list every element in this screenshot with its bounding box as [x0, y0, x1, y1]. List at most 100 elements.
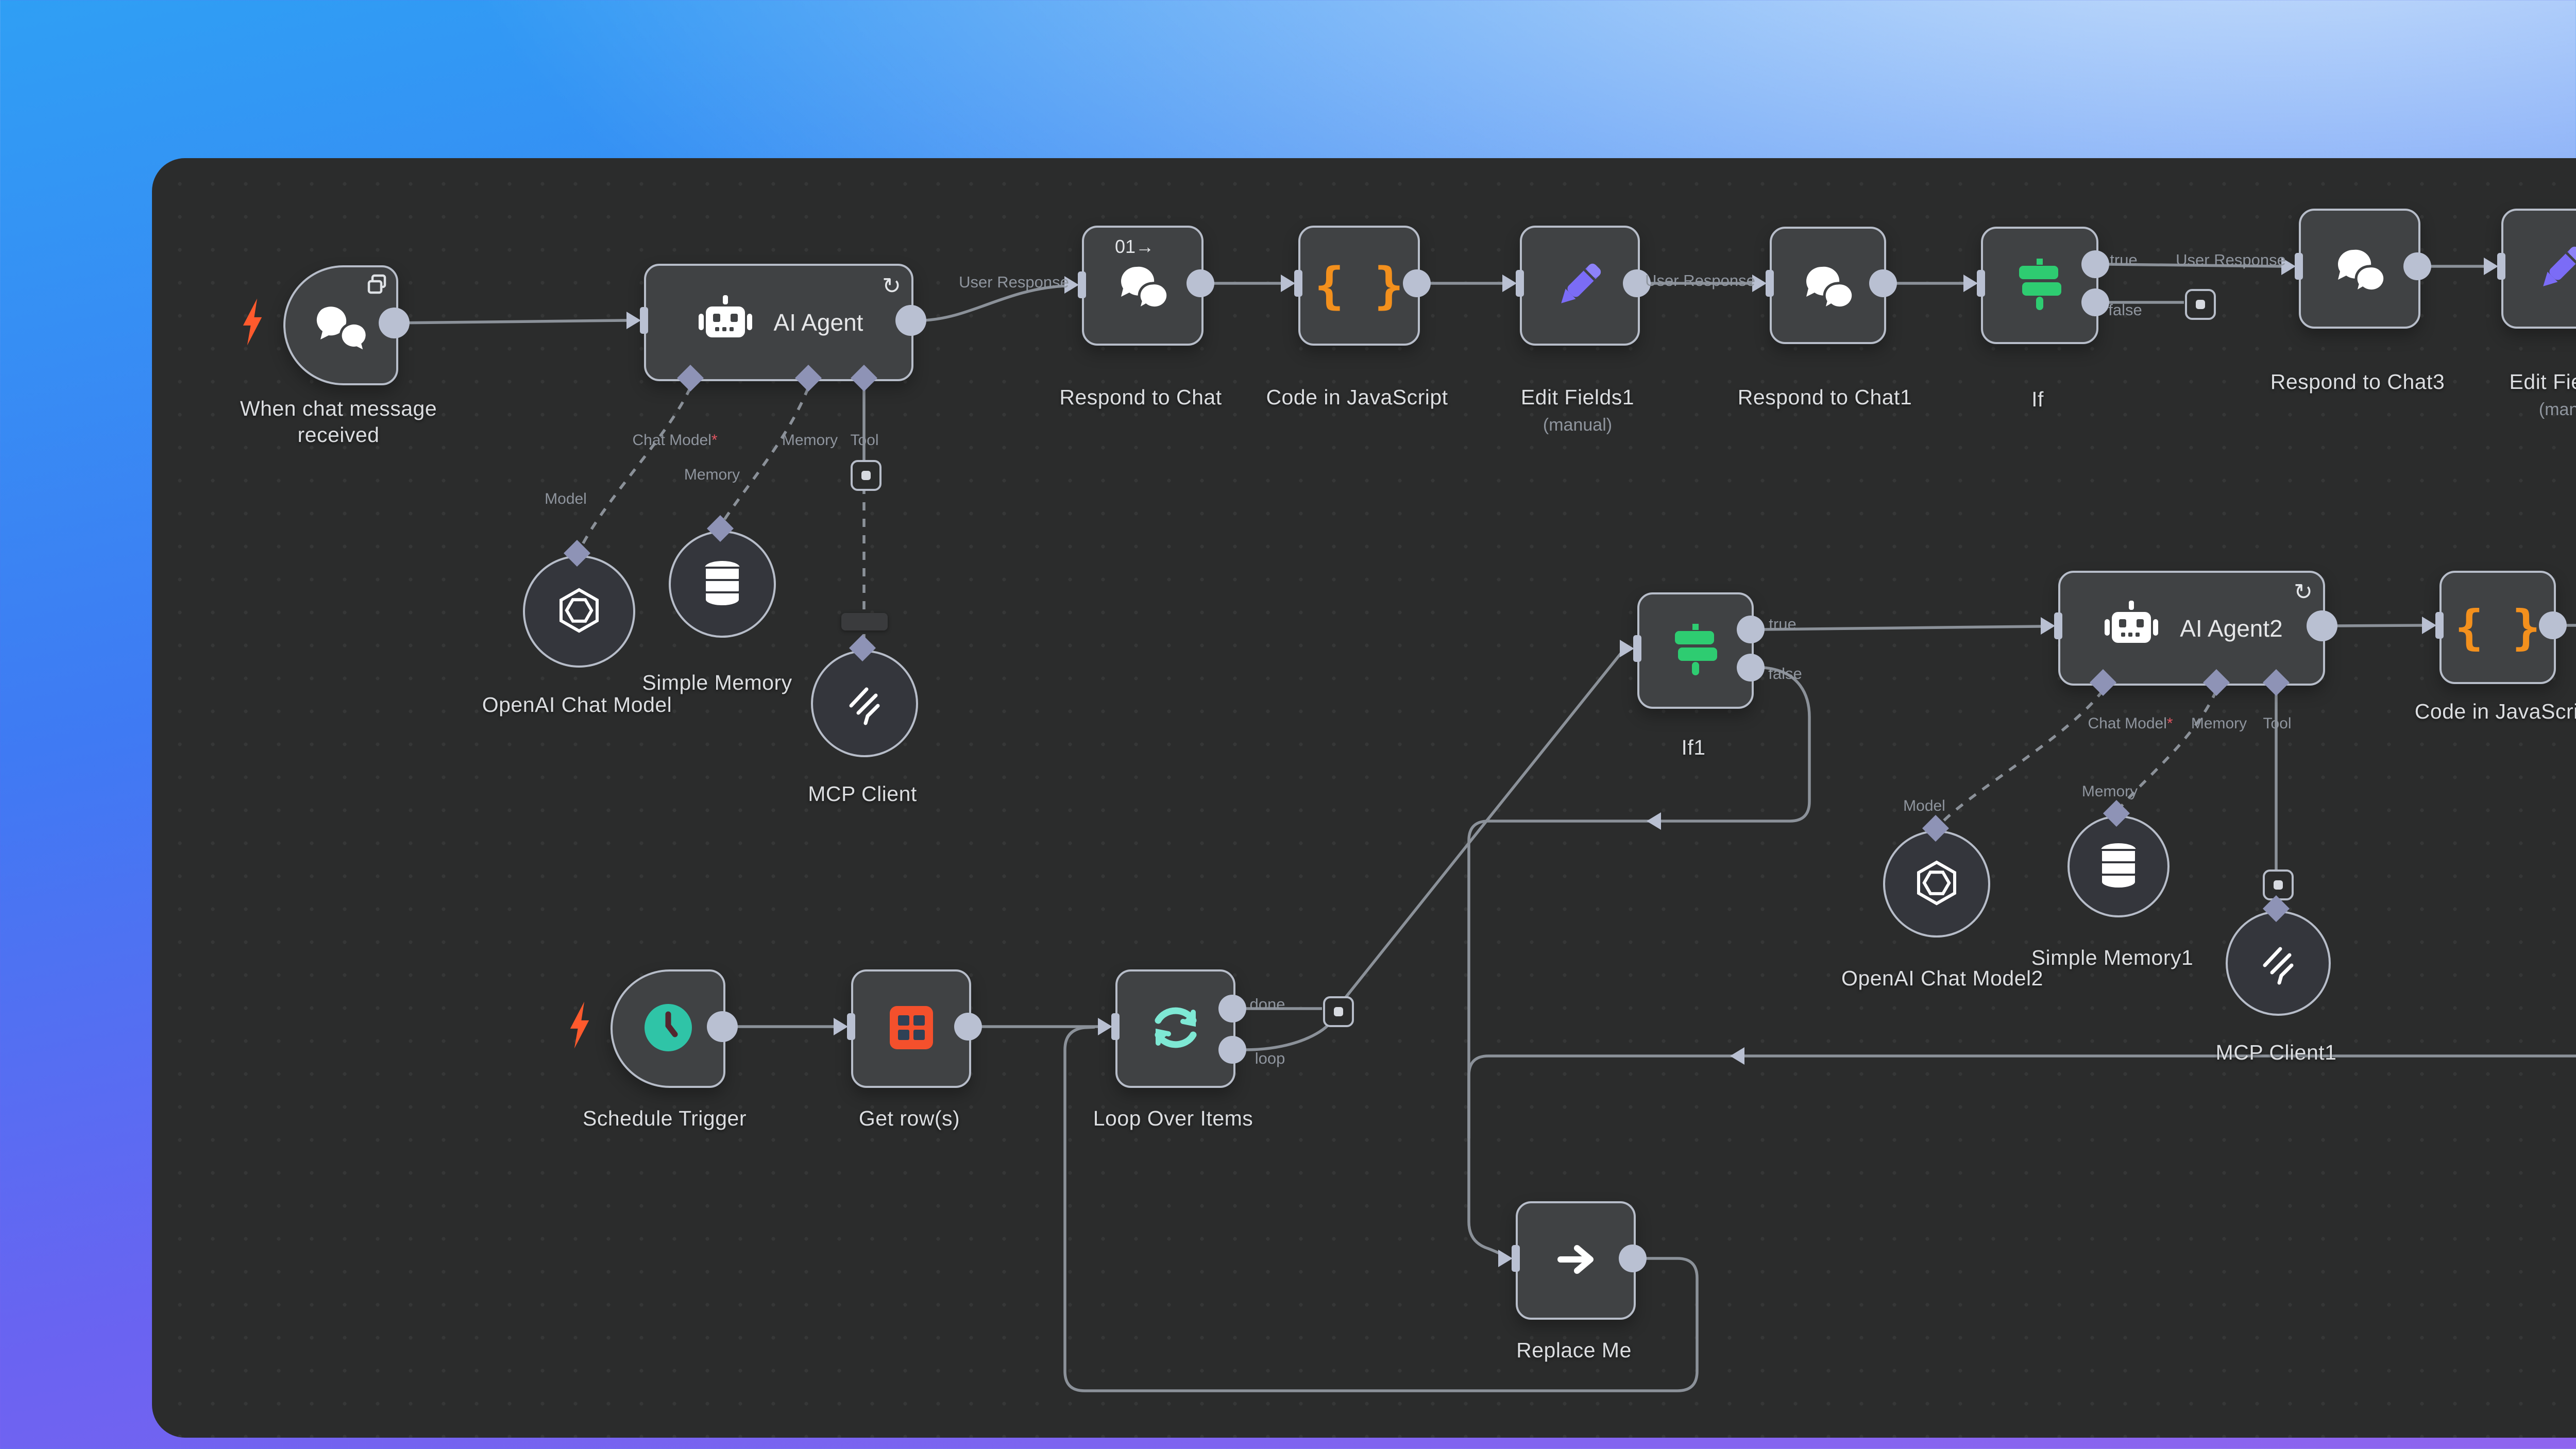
port-label-memory: Memory — [2191, 715, 2247, 732]
subnode-simple-memory[interactable] — [669, 531, 776, 638]
workflow-canvas[interactable] — [152, 158, 2576, 1438]
node-respond-to-chat1[interactable] — [1770, 227, 1886, 344]
robot-icon — [2100, 597, 2162, 659]
code-braces-icon: { } — [2455, 600, 2540, 655]
port-label-chat-model: Chat Model* — [632, 432, 717, 449]
port-label-model: Model — [1903, 797, 1945, 815]
port-label-tool: Tool — [850, 432, 878, 449]
database-icon — [2095, 841, 2142, 893]
port-label-model: Model — [545, 490, 587, 508]
node-code-in-javascript1[interactable]: { } — [2439, 571, 2556, 684]
node-label: Code in JavaScript1 — [2415, 700, 2576, 724]
edge-label-true: true — [2110, 251, 2137, 269]
loop-refresh-icon — [1147, 999, 1204, 1059]
node-ai-agent2[interactable]: AI Agent2 ↻ — [2058, 571, 2325, 686]
edge-label-user-response: User Response — [2176, 251, 2286, 269]
node-when-chat-message-received[interactable] — [283, 265, 398, 385]
node-ai-agent[interactable]: AI Agent ↻ — [644, 264, 913, 381]
node-title: AI Agent — [774, 309, 863, 336]
node-label: When chat message received — [228, 396, 449, 449]
node-label: Loop Over Items — [1093, 1106, 1253, 1131]
pencil-icon — [2534, 239, 2576, 298]
subnode-label: Simple Memory1 — [2031, 946, 2194, 970]
chat-bubbles-icon — [2331, 242, 2388, 296]
chat-trigger-icon — [313, 298, 369, 352]
refresh-icon[interactable]: ↻ — [882, 273, 901, 299]
openai-icon — [1911, 857, 1962, 911]
junction-dot — [1334, 1007, 1343, 1016]
node-if[interactable] — [1981, 227, 2098, 344]
edge-label-loop: loop — [1255, 1049, 1285, 1068]
node-edit-fields2[interactable] — [2501, 209, 2576, 329]
stacked-windows-icon — [366, 274, 388, 298]
junction-loop[interactable] — [1323, 996, 1354, 1027]
edge-label-false: false — [2108, 301, 2142, 319]
junction-if-false[interactable] — [2185, 289, 2216, 320]
subnode-mcp-client1[interactable] — [2226, 911, 2331, 1016]
edge-label-user-response: User Response — [959, 273, 1069, 292]
edge-label-true: true — [1769, 615, 1796, 634]
subnode-simple-memory1[interactable] — [2067, 815, 2170, 917]
edge-label-user-response: User Response — [1645, 271, 1755, 290]
chat-bubbles-icon — [1114, 259, 1171, 313]
node-schedule-trigger[interactable] — [611, 969, 725, 1088]
refresh-icon[interactable]: ↻ — [2294, 579, 2313, 605]
if-filter-icon — [2011, 256, 2068, 315]
edge-label-done: done — [1250, 995, 1285, 1014]
subnode-label: OpenAI Chat Model — [482, 693, 672, 717]
lightning-bolt-icon — [562, 999, 598, 1053]
node-label: Code in JavaScript — [1266, 385, 1448, 410]
node-label: Edit Fields1 — [1521, 385, 1634, 410]
node-replace-me[interactable] — [1516, 1201, 1636, 1320]
node-label: Edit Fields — [2510, 370, 2576, 394]
subnode-label: MCP Client — [808, 782, 917, 806]
openai-icon — [553, 585, 605, 639]
port-label-memory: Memory — [782, 432, 838, 449]
subnode-label: MCP Client1 — [2216, 1041, 2337, 1065]
subnode-label: OpenAI Chat Model2 — [1841, 966, 2043, 991]
node-respond-to-chat[interactable]: 01→ — [1082, 226, 1204, 346]
node-sublabel: (manual) — [1543, 415, 1612, 435]
junction-tool-edge2[interactable] — [2263, 870, 2294, 900]
junction-tool-edge[interactable] — [851, 460, 882, 491]
node-label: Schedule Trigger — [583, 1106, 747, 1131]
robot-icon — [694, 292, 756, 354]
code-braces-icon: { } — [1314, 257, 1403, 315]
junction-dot — [861, 471, 871, 480]
tool-edge-chip — [841, 613, 888, 630]
node-label: If — [2031, 387, 2044, 412]
subnode-label: Simple Memory — [642, 671, 792, 695]
node-get-rows[interactable] — [851, 969, 971, 1088]
mcp-icon — [2255, 939, 2301, 988]
lightning-bolt-icon — [234, 296, 270, 350]
port-label-memory: Memory — [684, 466, 740, 484]
junction-dot — [2274, 880, 2283, 890]
port-label-chat-model: Chat Model* — [2088, 715, 2173, 732]
node-label: Replace Me — [1516, 1338, 1632, 1362]
if-filter-icon — [1667, 621, 1724, 680]
arrow-right-icon — [1550, 1234, 1602, 1288]
node-label: If1 — [1681, 736, 1705, 760]
mcp-icon — [841, 679, 888, 728]
node-edit-fields1[interactable] — [1520, 226, 1640, 346]
node-label: Respond to Chat — [1059, 385, 1222, 410]
node-if1[interactable] — [1637, 592, 1754, 709]
node-label: Get row(s) — [859, 1106, 960, 1131]
edge-label-false: false — [1768, 664, 1802, 683]
required-asterisk: * — [711, 432, 718, 449]
clock-icon — [640, 999, 697, 1059]
port-label-tool: Tool — [2263, 715, 2291, 732]
subnode-openai-chat-model2[interactable] — [1883, 830, 1990, 937]
junction-dot — [2196, 300, 2205, 309]
node-loop-over-items[interactable] — [1115, 969, 1235, 1088]
required-asterisk: * — [2167, 715, 2173, 732]
node-label: Respond to Chat1 — [1738, 385, 1912, 410]
node-respond-to-chat3[interactable] — [2299, 209, 2420, 329]
pinned-data-badge: 01→ — [1115, 236, 1154, 258]
node-title: AI Agent2 — [2180, 615, 2283, 642]
subnode-mcp-client[interactable] — [811, 650, 918, 757]
database-icon — [699, 558, 745, 610]
node-code-in-javascript[interactable]: { } — [1298, 226, 1420, 346]
subnode-openai-chat-model[interactable] — [523, 555, 635, 668]
node-label: Respond to Chat3 — [2270, 370, 2445, 394]
